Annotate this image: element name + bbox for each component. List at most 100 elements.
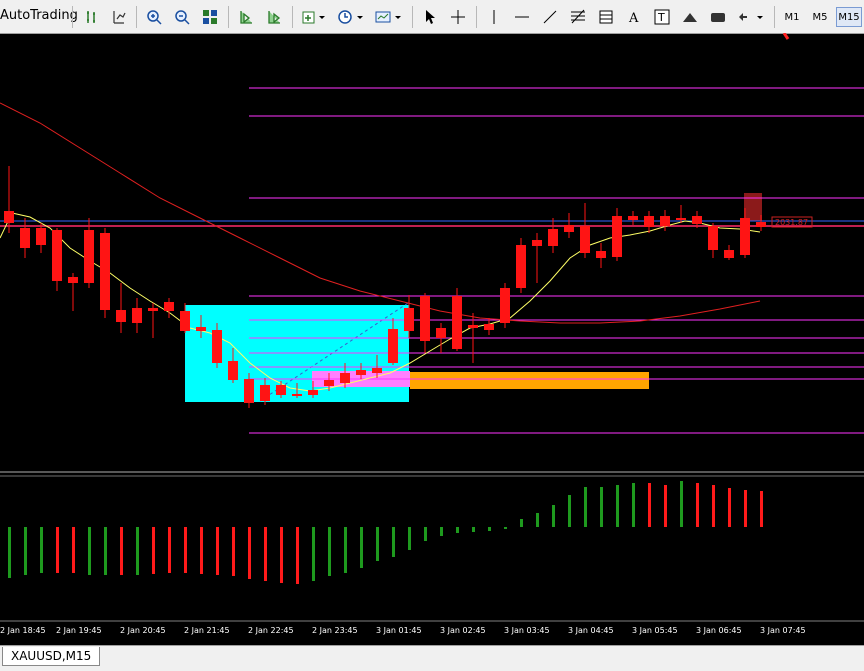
histogram-bar — [472, 527, 475, 532]
candle-body — [436, 328, 446, 338]
candle — [564, 213, 574, 238]
symbol-tab[interactable]: XAUUSD,M15 — [2, 647, 101, 666]
zoom-in-icon[interactable] — [144, 6, 164, 28]
candle-body — [548, 229, 558, 246]
timeframe-m15[interactable]: M15 — [836, 7, 862, 27]
triangle-shape-icon[interactable] — [680, 6, 700, 28]
candle-body — [692, 216, 702, 224]
chart-area[interactable]: 2031.87 2 Jan 18:45 2 Jan 19:45 2 Jan 20:4… — [0, 33, 864, 635]
candle-body — [740, 218, 750, 255]
candle — [148, 303, 158, 338]
candle-body — [244, 379, 254, 403]
indicators-icon[interactable] — [300, 6, 328, 28]
candle-body — [468, 325, 478, 328]
candle — [612, 208, 622, 261]
histogram-bar — [184, 527, 187, 573]
svg-text:A: A — [628, 11, 639, 25]
candle-body — [756, 222, 766, 227]
candle-body — [356, 370, 366, 375]
candle-body — [308, 390, 318, 395]
candle-body — [180, 311, 190, 331]
price-tag: 2031.87 — [771, 216, 813, 228]
candle — [484, 318, 494, 335]
histogram-bar — [152, 527, 155, 574]
tile-windows-icon[interactable] — [200, 6, 220, 28]
candle-body — [20, 228, 30, 248]
candlestick-icon[interactable] — [109, 6, 129, 28]
histogram-bar — [408, 527, 411, 550]
histogram-bar — [312, 527, 315, 581]
candle-body — [564, 225, 574, 232]
candle-body — [420, 296, 430, 341]
cursor-icon[interactable] — [420, 6, 440, 28]
text-tool-icon[interactable]: A — [624, 6, 644, 28]
candle-body — [404, 308, 414, 331]
histogram-bar — [696, 483, 699, 527]
templates-icon[interactable] — [374, 6, 404, 28]
histogram-bar — [280, 527, 283, 583]
candle-body — [340, 373, 350, 383]
histogram-bar — [248, 527, 251, 579]
candle — [436, 323, 446, 353]
candle-body — [500, 288, 510, 323]
fibonacci-icon[interactable] — [568, 6, 588, 28]
candle-body — [484, 324, 494, 330]
horizontal-line-icon[interactable] — [512, 6, 532, 28]
candle — [20, 218, 30, 258]
rectangle-shape-icon[interactable] — [708, 6, 728, 28]
time-label: 2 Jan 22:45 — [248, 626, 294, 635]
candle-body — [388, 329, 398, 363]
candle-body — [596, 251, 606, 258]
autotrading-button[interactable]: AutoTrading — [0, 8, 78, 23]
crosshair-icon[interactable] — [448, 6, 468, 28]
histogram-bar — [216, 527, 219, 575]
text-label-icon[interactable]: T — [652, 6, 672, 28]
time-axis: 2 Jan 18:45 2 Jan 19:45 2 Jan 20:45 2 Jan 2… — [0, 623, 864, 643]
oscillator-histogram — [8, 481, 763, 584]
candle-body — [452, 296, 462, 349]
vertical-line-icon[interactable] — [484, 6, 504, 28]
slow-ma-line — [0, 102, 761, 324]
timeframe-m5[interactable]: M5 — [807, 7, 833, 27]
separator — [228, 6, 229, 28]
candle — [516, 238, 526, 293]
autoscroll-icon[interactable] — [264, 6, 284, 28]
current-bar-highlight — [744, 193, 762, 221]
histogram-bar — [616, 485, 619, 527]
histogram-bar — [440, 527, 443, 536]
histogram-bar — [568, 495, 571, 527]
candle — [68, 273, 78, 311]
periods-icon[interactable] — [336, 6, 366, 28]
fibo-retracement-icon[interactable] — [596, 6, 616, 28]
separator — [292, 6, 293, 28]
target-band[interactable] — [410, 372, 649, 389]
candle — [548, 218, 558, 253]
svg-text:T: T — [657, 11, 665, 24]
histogram-bar — [360, 527, 363, 568]
candle — [116, 283, 126, 333]
histogram-bar — [728, 488, 731, 527]
histogram-bar — [104, 527, 107, 575]
histogram-bar — [72, 527, 75, 573]
candle-body — [212, 330, 222, 363]
candle — [420, 293, 430, 353]
candle-body — [372, 368, 382, 373]
timeframe-m1[interactable]: M1 — [779, 7, 805, 27]
zoom-out-icon[interactable] — [172, 6, 192, 28]
histogram-bar — [712, 485, 715, 527]
trendline-icon[interactable] — [540, 6, 560, 28]
candle-body — [724, 250, 734, 258]
chart-shift-icon[interactable] — [236, 6, 256, 28]
histogram-bar — [8, 527, 11, 578]
arrows-tool-icon[interactable] — [736, 6, 766, 28]
histogram-bar — [296, 527, 299, 584]
candle-body — [4, 211, 14, 223]
candle-body — [100, 233, 110, 310]
histogram-bar — [136, 527, 139, 575]
histogram-bar — [376, 527, 379, 561]
separator — [136, 6, 137, 28]
candle-body — [628, 216, 638, 220]
candle-body — [580, 226, 590, 253]
time-label: 3 Jan 04:45 — [568, 626, 614, 635]
bar-chart-icon[interactable] — [82, 6, 102, 28]
